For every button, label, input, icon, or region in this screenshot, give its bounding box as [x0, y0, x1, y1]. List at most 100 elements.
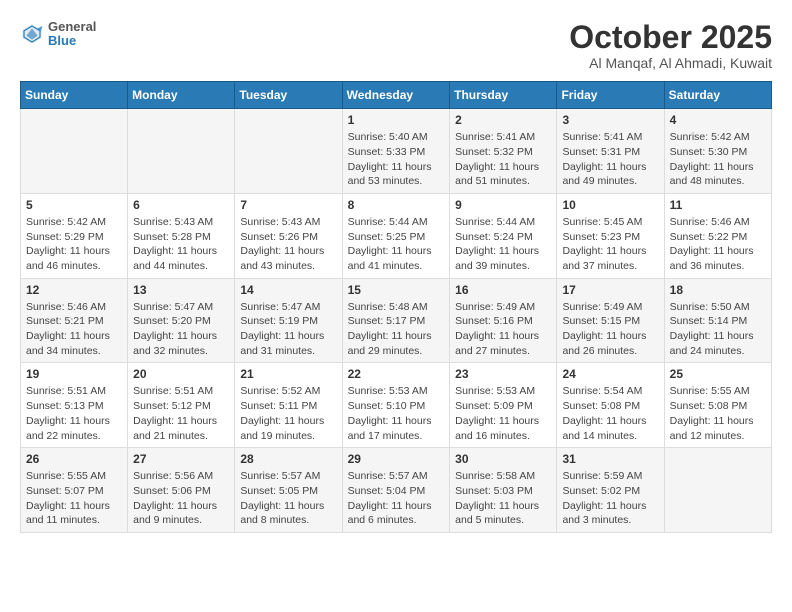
- week-row-1: 1 Sunrise: 5:40 AM Sunset: 5:33 PM Daylig…: [21, 109, 772, 194]
- calendar-cell: 21 Sunrise: 5:52 AM Sunset: 5:11 PM Dayli…: [235, 363, 342, 448]
- calendar-cell: 1 Sunrise: 5:40 AM Sunset: 5:33 PM Daylig…: [342, 109, 450, 194]
- calendar-cell: 27Sunrise: 5:56 AM Sunset: 5:06 PM Dayli…: [128, 448, 235, 533]
- logo: General Blue: [20, 20, 96, 49]
- day-info: Sunrise: 5:52 AM Sunset: 5:11 PM Dayligh…: [240, 384, 336, 443]
- day-info: Sunrise: 5:58 AM Sunset: 5:03 PM Dayligh…: [455, 469, 551, 528]
- day-number: 21: [240, 367, 336, 381]
- day-info: Sunrise: 5:55 AM Sunset: 5:08 PM Dayligh…: [670, 384, 766, 443]
- weekday-header-monday: Monday: [128, 82, 235, 109]
- weekday-header-tuesday: Tuesday: [235, 82, 342, 109]
- calendar-cell: 15 Sunrise: 5:48 AM Sunset: 5:17 PM Dayli…: [342, 278, 450, 363]
- day-number: 24: [562, 367, 658, 381]
- day-info: Sunrise: 5:53 AM Sunset: 5:10 PM Dayligh…: [348, 384, 445, 443]
- weekday-header-wednesday: Wednesday: [342, 82, 450, 109]
- week-row-4: 19Sunrise: 5:51 AM Sunset: 5:13 PM Dayli…: [21, 363, 772, 448]
- day-info: Sunrise: 5:41 AM Sunset: 5:32 PM Dayligh…: [455, 130, 551, 189]
- weekday-header-thursday: Thursday: [450, 82, 557, 109]
- day-info: Sunrise: 5:57 AM Sunset: 5:04 PM Dayligh…: [348, 469, 445, 528]
- week-row-3: 12Sunrise: 5:46 AM Sunset: 5:21 PM Dayli…: [21, 278, 772, 363]
- page-header: General Blue October 2025 Al Manqaf, Al …: [20, 20, 772, 71]
- logo-text: General Blue: [48, 20, 96, 49]
- day-info: Sunrise: 5:49 AM Sunset: 5:16 PM Dayligh…: [455, 300, 551, 359]
- calendar-cell: 6Sunrise: 5:43 AM Sunset: 5:28 PM Daylig…: [128, 193, 235, 278]
- calendar-cell: 30 Sunrise: 5:58 AM Sunset: 5:03 PM Dayli…: [450, 448, 557, 533]
- calendar-cell: 5 Sunrise: 5:42 AM Sunset: 5:29 PM Daylig…: [21, 193, 128, 278]
- day-info: Sunrise: 5:44 AM Sunset: 5:25 PM Dayligh…: [348, 215, 445, 274]
- calendar-cell: [664, 448, 771, 533]
- calendar-cell: 14 Sunrise: 5:47 AM Sunset: 5:19 PM Dayli…: [235, 278, 342, 363]
- weekday-header-row: SundayMondayTuesdayWednesdayThursdayFrid…: [21, 82, 772, 109]
- calendar-cell: [128, 109, 235, 194]
- day-info: Sunrise: 5:43 AM Sunset: 5:26 PM Dayligh…: [240, 215, 336, 274]
- weekday-header-saturday: Saturday: [664, 82, 771, 109]
- day-info: Sunrise: 5:51 AM Sunset: 5:12 PM Dayligh…: [133, 384, 229, 443]
- day-info: Sunrise: 5:59 AM Sunset: 5:02 PM Dayligh…: [562, 469, 658, 528]
- day-number: 9: [455, 198, 551, 212]
- day-number: 20: [133, 367, 229, 381]
- day-info: Sunrise: 5:43 AM Sunset: 5:28 PM Dayligh…: [133, 215, 229, 274]
- weekday-header-sunday: Sunday: [21, 82, 128, 109]
- calendar-cell: 31 Sunrise: 5:59 AM Sunset: 5:02 PM Dayli…: [557, 448, 664, 533]
- day-number: 7: [240, 198, 336, 212]
- day-number: 30: [455, 452, 551, 466]
- week-row-2: 5 Sunrise: 5:42 AM Sunset: 5:29 PM Daylig…: [21, 193, 772, 278]
- day-info: Sunrise: 5:45 AM Sunset: 5:23 PM Dayligh…: [562, 215, 658, 274]
- calendar-cell: 17 Sunrise: 5:49 AM Sunset: 5:15 PM Dayli…: [557, 278, 664, 363]
- day-number: 11: [670, 198, 766, 212]
- day-number: 28: [240, 452, 336, 466]
- calendar-cell: 23 Sunrise: 5:53 AM Sunset: 5:09 PM Dayli…: [450, 363, 557, 448]
- calendar-cell: 11 Sunrise: 5:46 AM Sunset: 5:22 PM Dayli…: [664, 193, 771, 278]
- day-info: Sunrise: 5:49 AM Sunset: 5:15 PM Dayligh…: [562, 300, 658, 359]
- day-info: Sunrise: 5:40 AM Sunset: 5:33 PM Dayligh…: [348, 130, 445, 189]
- calendar-cell: 26Sunrise: 5:55 AM Sunset: 5:07 PM Dayli…: [21, 448, 128, 533]
- day-number: 31: [562, 452, 658, 466]
- calendar-cell: 25Sunrise: 5:55 AM Sunset: 5:08 PM Dayli…: [664, 363, 771, 448]
- day-number: 10: [562, 198, 658, 212]
- day-number: 15: [348, 283, 445, 297]
- day-info: Sunrise: 5:47 AM Sunset: 5:19 PM Dayligh…: [240, 300, 336, 359]
- calendar-cell: 13Sunrise: 5:47 AM Sunset: 5:20 PM Dayli…: [128, 278, 235, 363]
- day-number: 2: [455, 113, 551, 127]
- calendar-cell: [235, 109, 342, 194]
- calendar-cell: 16 Sunrise: 5:49 AM Sunset: 5:16 PM Dayli…: [450, 278, 557, 363]
- calendar-cell: 3Sunrise: 5:41 AM Sunset: 5:31 PM Daylig…: [557, 109, 664, 194]
- calendar-cell: 8 Sunrise: 5:44 AM Sunset: 5:25 PM Daylig…: [342, 193, 450, 278]
- day-number: 22: [348, 367, 445, 381]
- day-number: 19: [26, 367, 122, 381]
- title-section: October 2025 Al Manqaf, Al Ahmadi, Kuwai…: [569, 20, 772, 71]
- day-number: 29: [348, 452, 445, 466]
- day-info: Sunrise: 5:42 AM Sunset: 5:29 PM Dayligh…: [26, 215, 122, 274]
- calendar-cell: 29 Sunrise: 5:57 AM Sunset: 5:04 PM Dayli…: [342, 448, 450, 533]
- day-number: 16: [455, 283, 551, 297]
- day-info: Sunrise: 5:46 AM Sunset: 5:22 PM Dayligh…: [670, 215, 766, 274]
- calendar-cell: 28 Sunrise: 5:57 AM Sunset: 5:05 PM Dayli…: [235, 448, 342, 533]
- day-number: 1: [348, 113, 445, 127]
- day-number: 17: [562, 283, 658, 297]
- calendar-cell: [21, 109, 128, 194]
- day-number: 18: [670, 283, 766, 297]
- week-row-5: 26Sunrise: 5:55 AM Sunset: 5:07 PM Dayli…: [21, 448, 772, 533]
- day-info: Sunrise: 5:53 AM Sunset: 5:09 PM Dayligh…: [455, 384, 551, 443]
- day-number: 8: [348, 198, 445, 212]
- calendar-cell: 18Sunrise: 5:50 AM Sunset: 5:14 PM Dayli…: [664, 278, 771, 363]
- calendar-cell: 19Sunrise: 5:51 AM Sunset: 5:13 PM Dayli…: [21, 363, 128, 448]
- day-number: 12: [26, 283, 122, 297]
- calendar-cell: 20 Sunrise: 5:51 AM Sunset: 5:12 PM Dayli…: [128, 363, 235, 448]
- calendar-cell: 24Sunrise: 5:54 AM Sunset: 5:08 PM Dayli…: [557, 363, 664, 448]
- day-number: 5: [26, 198, 122, 212]
- calendar-cell: 12Sunrise: 5:46 AM Sunset: 5:21 PM Dayli…: [21, 278, 128, 363]
- day-info: Sunrise: 5:55 AM Sunset: 5:07 PM Dayligh…: [26, 469, 122, 528]
- day-info: Sunrise: 5:41 AM Sunset: 5:31 PM Dayligh…: [562, 130, 658, 189]
- day-info: Sunrise: 5:44 AM Sunset: 5:24 PM Dayligh…: [455, 215, 551, 274]
- calendar-cell: 9 Sunrise: 5:44 AM Sunset: 5:24 PM Daylig…: [450, 193, 557, 278]
- day-number: 14: [240, 283, 336, 297]
- calendar-cell: 2 Sunrise: 5:41 AM Sunset: 5:32 PM Daylig…: [450, 109, 557, 194]
- location-subtitle: Al Manqaf, Al Ahmadi, Kuwait: [569, 55, 772, 71]
- calendar-cell: 10 Sunrise: 5:45 AM Sunset: 5:23 PM Dayli…: [557, 193, 664, 278]
- day-info: Sunrise: 5:57 AM Sunset: 5:05 PM Dayligh…: [240, 469, 336, 528]
- day-number: 23: [455, 367, 551, 381]
- day-info: Sunrise: 5:48 AM Sunset: 5:17 PM Dayligh…: [348, 300, 445, 359]
- day-info: Sunrise: 5:56 AM Sunset: 5:06 PM Dayligh…: [133, 469, 229, 528]
- day-number: 13: [133, 283, 229, 297]
- month-title: October 2025: [569, 20, 772, 55]
